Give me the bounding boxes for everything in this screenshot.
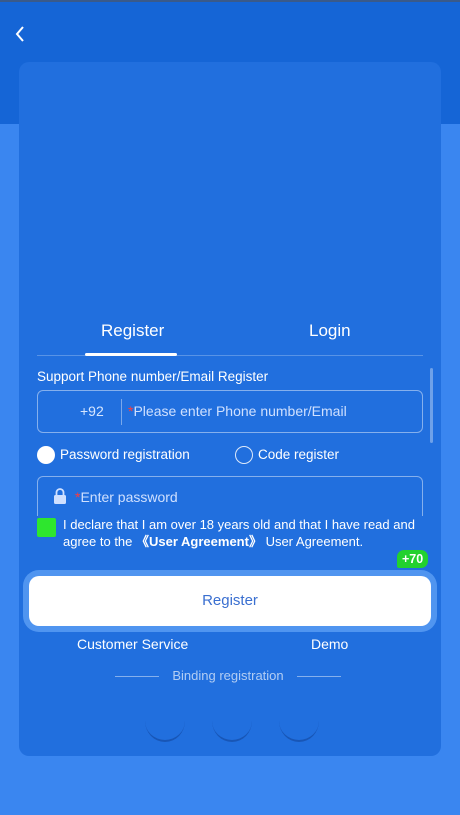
lock-icon xyxy=(54,488,66,504)
password-input[interactable]: *Enter password xyxy=(37,476,423,516)
agreement-text: I declare that I am over 18 years old an… xyxy=(63,516,419,550)
social-login-button-2[interactable] xyxy=(212,700,252,742)
tab-register[interactable]: Register xyxy=(101,321,164,341)
phone-placeholder: *Please enter Phone number/Email xyxy=(128,403,347,419)
bonus-badge: +70 xyxy=(397,550,429,568)
phone-email-input[interactable]: +92 *Please enter Phone number/Email xyxy=(37,390,423,433)
user-agreement-link[interactable]: 《User Agreement》 xyxy=(136,534,262,549)
country-code-selector[interactable]: +92 xyxy=(80,403,104,419)
radio-code-label: Code register xyxy=(258,447,340,462)
demo-link[interactable]: Demo xyxy=(311,636,348,652)
agreement-row: I declare that I am over 18 years old an… xyxy=(37,516,423,556)
binding-registration-divider: Binding registration xyxy=(115,668,341,684)
active-tab-indicator xyxy=(85,353,177,356)
input-divider xyxy=(121,399,122,425)
support-label: Support Phone number/Email Register xyxy=(37,369,269,384)
agreement-text-after: User Agreement. xyxy=(261,534,364,549)
radio-selected-icon xyxy=(37,446,55,464)
agreement-checkbox[interactable] xyxy=(37,518,56,537)
scrollbar[interactable] xyxy=(430,368,433,443)
password-placeholder-text: Enter password xyxy=(80,489,178,505)
radio-unselected-icon xyxy=(235,446,253,464)
back-icon[interactable] xyxy=(10,22,32,46)
register-card: Register Login Support Phone number/Emai… xyxy=(19,62,441,756)
register-button[interactable]: Register xyxy=(29,576,431,626)
divider-line-right xyxy=(297,676,341,677)
social-login-button-3[interactable] xyxy=(279,700,319,742)
auth-tabs: Register Login xyxy=(37,317,423,356)
social-login-button-1[interactable] xyxy=(145,700,185,742)
phone-placeholder-text: Please enter Phone number/Email xyxy=(133,403,347,419)
registration-type-group: Password registration Code register xyxy=(37,445,423,467)
radio-password-label: Password registration xyxy=(60,447,190,462)
password-placeholder: *Enter password xyxy=(75,489,178,505)
tab-login[interactable]: Login xyxy=(309,321,351,341)
customer-service-link[interactable]: Customer Service xyxy=(77,636,188,652)
